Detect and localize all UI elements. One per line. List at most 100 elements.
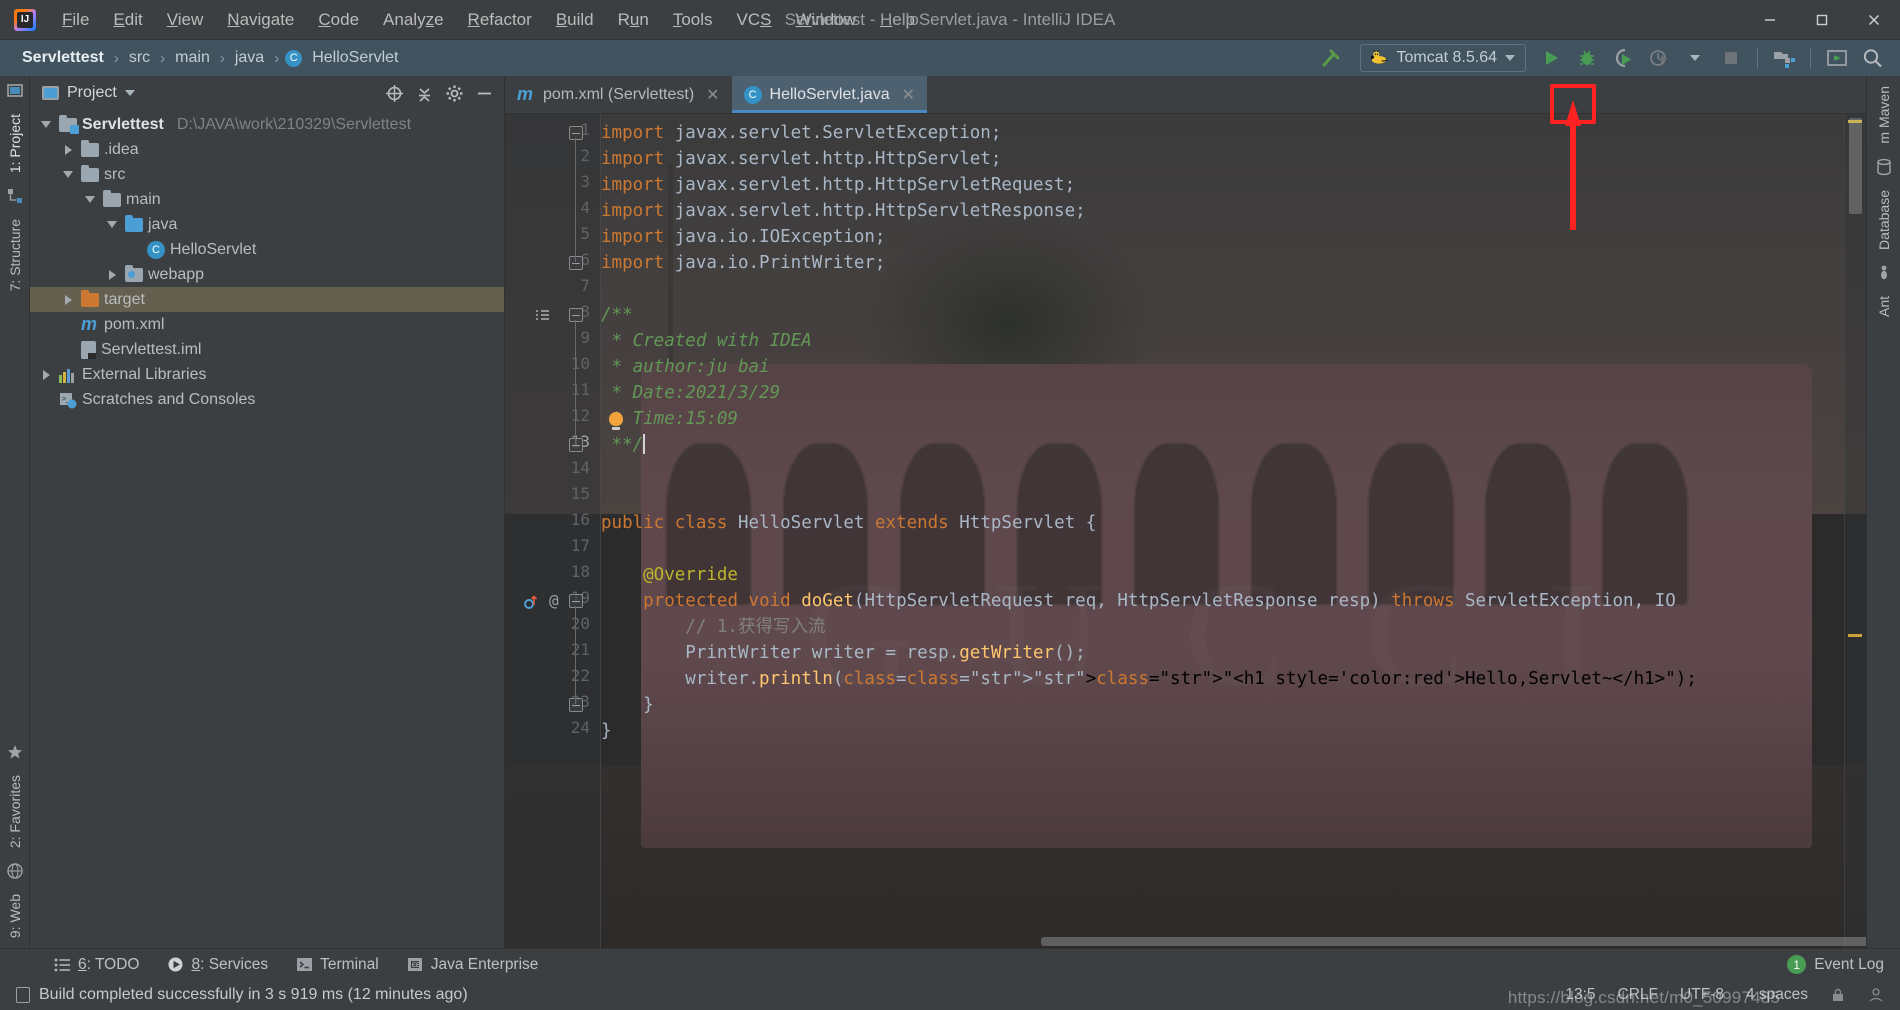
close-tab-icon[interactable]: ✕ [706,85,719,105]
menu-refactor[interactable]: Refactor [456,6,544,34]
editor-tab-helloservlet-java[interactable]: C HelloServlet.java ✕ [731,76,928,113]
tree-node-servlettest-iml[interactable]: Servlettest.iml [30,337,504,362]
tree-node-scratches-and-consoles[interactable]: >_ Scratches and Consoles [30,387,504,412]
indent-setting[interactable]: 4 spaces [1746,986,1808,1004]
code-text[interactable]: import javax.servlet.ServletException; im… [601,114,1844,948]
close-tab-icon[interactable]: ✕ [902,85,915,105]
caret-position[interactable]: 13:5 [1565,986,1595,1004]
run-configuration-selector[interactable]: Tomcat 8.5.64 [1359,44,1526,72]
sidebar-item-favorites[interactable]: 2: Favorites [7,771,23,852]
collapse-arrow-icon[interactable] [38,121,54,128]
project-view-chevron-down-icon[interactable] [124,90,135,96]
tree-node-servlettest[interactable]: Servlettest D:\JAVA\work\210329\Servlette… [30,112,504,137]
fold-marker-imports-end[interactable] [569,256,583,270]
tree-node-main[interactable]: main [30,187,504,212]
search-everywhere-button[interactable] [1856,43,1890,73]
tree-node-src[interactable]: src [30,162,504,187]
profiler-button[interactable] [1642,43,1676,73]
svg-text:EE: EE [412,963,420,969]
bottom-tab-terminal[interactable]: Terminal [282,953,393,977]
horizontal-scrollbar-thumb[interactable] [1041,937,1866,946]
expand-arrow-icon[interactable] [38,369,54,380]
fold-marker-imports-start[interactable] [569,126,583,140]
expand-arrow-icon[interactable] [60,144,76,155]
menu-file[interactable]: File [50,6,101,34]
tree-node-helloservlet[interactable]: C HelloServlet [30,237,504,262]
menu-window[interactable]: Window [784,6,868,34]
project-structure-button[interactable] [1767,43,1801,73]
build-hammer-icon[interactable] [1314,43,1348,73]
tree-node-java[interactable]: java [30,212,504,237]
collapse-arrow-icon[interactable] [82,196,98,203]
debug-button[interactable] [1570,43,1604,73]
profiler-dropdown[interactable] [1678,43,1712,73]
fold-marker-method-end[interactable] [569,698,583,712]
menu-edit[interactable]: Edit [101,6,154,34]
tree-node-target[interactable]: target [30,287,504,312]
close-button[interactable] [1848,0,1900,40]
menu-build[interactable]: Build [544,6,606,34]
collapse-all-button[interactable] [412,81,436,105]
inspection-icon[interactable] [1868,987,1884,1003]
bottom-tab-6-todo[interactable]: 6: TODO [40,953,153,977]
menu-run[interactable]: Run [606,6,661,34]
editor-marker-bar[interactable] [1844,114,1866,948]
editor-tab-pom-xml[interactable]: m pom.xml (Servlettest) ✕ [505,76,732,113]
vertical-scrollbar-thumb[interactable] [1849,118,1862,214]
reformat-gutter-icon[interactable] [535,308,550,327]
sidebar-item-maven[interactable]: m Maven [1876,82,1892,148]
override-method-gutter-icon[interactable] [523,594,539,615]
run-with-coverage-button[interactable] [1606,43,1640,73]
stop-button[interactable] [1714,43,1748,73]
bottom-tab-8-services[interactable]: 8: Services [153,953,282,977]
breadcrumb-item-java[interactable]: java [231,47,268,69]
project-tree[interactable]: Servlettest D:\JAVA\work\210329\Servlette… [30,110,504,948]
code-editor[interactable]: G U C C I 123456789101112131415161718192… [505,114,1866,948]
menu-code[interactable]: Code [306,6,371,34]
sidebar-item-web[interactable]: 9: Web [7,890,23,942]
breadcrumb-item-main[interactable]: main [171,47,214,69]
tree-node-pom-xml[interactable]: m pom.xml [30,312,504,337]
menu-tools[interactable]: Tools [661,6,725,34]
horizontal-scrollbar[interactable] [601,935,1866,946]
sidebar-item-structure[interactable]: 7: Structure [7,215,23,295]
sidebar-item-project[interactable]: 1: Project [7,110,23,177]
fold-marker-javadoc-end[interactable] [569,438,583,452]
menu-help[interactable]: Help [868,6,927,34]
menu-analyze[interactable]: Analyze [371,6,456,34]
hide-panel-button[interactable] [472,81,496,105]
run-button[interactable] [1534,43,1568,73]
sidebar-item-ant[interactable]: Ant [1876,292,1892,321]
minimize-button[interactable] [1744,0,1796,40]
settings-gear-icon[interactable] [442,81,466,105]
fold-marker-javadoc-start[interactable] [569,308,583,322]
expand-arrow-icon[interactable] [60,294,76,305]
breadcrumb-item-servlettest[interactable]: Servlettest [18,47,108,69]
run-config-name: Tomcat 8.5.64 [1396,49,1498,66]
event-log-group[interactable]: 1 Event Log [1787,955,1900,974]
menu-view[interactable]: View [155,6,216,34]
breadcrumb-separator: › [113,49,119,67]
scroll-from-source-button[interactable] [382,81,406,105]
collapse-arrow-icon[interactable] [104,221,120,228]
line-number-gutter[interactable]: 123456789101112131415161718192021222324@ [505,114,601,948]
collapse-arrow-icon[interactable] [60,171,76,178]
tree-node--idea[interactable]: .idea [30,137,504,162]
expand-arrow-icon[interactable] [104,269,120,280]
fold-marker-method-start[interactable] [569,594,583,608]
file-encoding[interactable]: UTF-8 [1680,986,1724,1004]
line-separator[interactable]: CRLF [1618,986,1658,1004]
menu-vcs[interactable]: VCS [725,6,784,34]
sidebar-item-database[interactable]: Database [1876,186,1892,254]
breadcrumb-item-helloservlet[interactable]: HelloServlet [308,47,402,69]
bottom-tab-java-enterprise[interactable]: EE Java Enterprise [393,953,553,977]
intention-bulb-icon[interactable] [609,412,623,430]
maximize-button[interactable] [1796,0,1848,40]
updates-button[interactable] [1820,43,1854,73]
lock-icon[interactable] [1830,987,1846,1003]
tree-node-external-libraries[interactable]: External Libraries [30,362,504,387]
menu-navigate[interactable]: Navigate [215,6,306,34]
line-number: 14 [570,458,590,477]
breadcrumb-item-src[interactable]: src [125,47,154,69]
tree-node-webapp[interactable]: webapp [30,262,504,287]
